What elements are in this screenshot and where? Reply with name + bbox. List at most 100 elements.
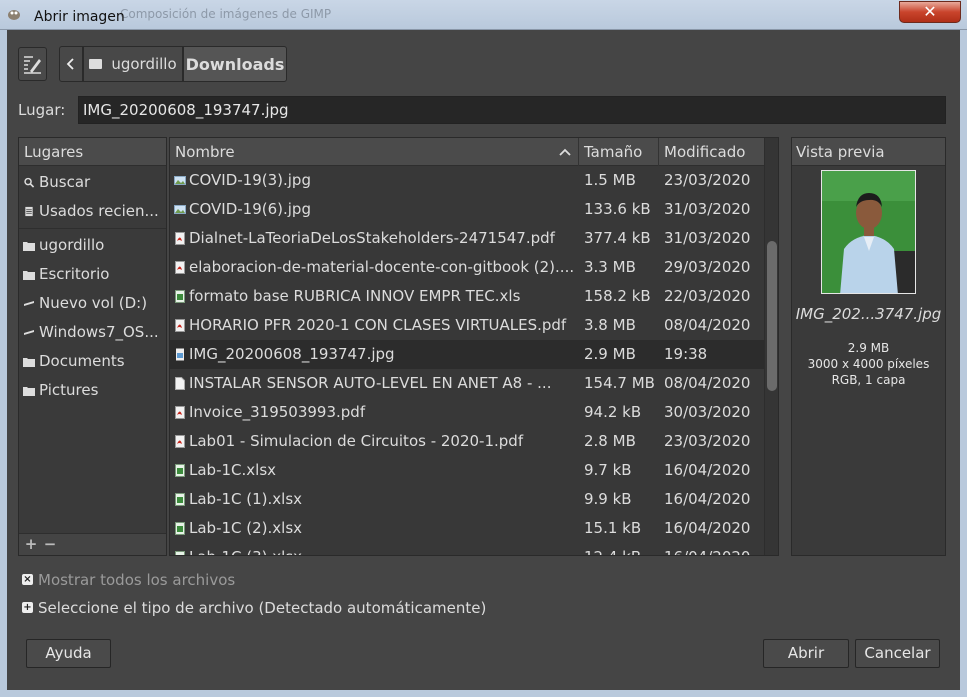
place-recent[interactable]: Usados recien... [19,197,166,226]
scrollbar-thumb[interactable] [767,241,777,391]
pdf-file-icon [175,406,185,419]
file-row[interactable]: HORARIO PFR 2020-1 CON CLASES VIRTUALES.… [170,311,764,340]
open-button[interactable]: Abrir [763,639,849,668]
file-size: 15.1 kB [584,519,642,537]
pdf-file-icon [175,261,185,274]
preview-pane: Vista previa IMG_202...3747.jpg 2.9 MB 3… [791,137,946,556]
file-row[interactable]: formato base RUBRICA INNOV EMPR TEC.xls 1… [170,282,764,311]
column-name[interactable]: Nombre [170,138,579,166]
show-all-files-label: Mostrar todos los archivos [38,571,236,589]
pdf-file-icon [175,319,185,332]
preview-header: Vista previa [792,138,945,166]
file-row[interactable]: Dialnet-LaTeoriaDeLosStakeholders-247154… [170,224,764,253]
column-modified[interactable]: Modificado [659,138,764,166]
file-size: 12.4 kB [584,543,659,555]
spreadsheet-file-icon [175,464,185,477]
person-photo [822,171,915,293]
file-row[interactable]: Lab-1C (2).xlsx 15.1 kB 16/04/2020 [170,514,764,543]
file-row[interactable]: elaboracion-de-material-docente-con-gitb… [170,253,764,282]
file-size: 2.8 MB [584,432,636,450]
file-name: HORARIO PFR 2020-1 CON CLASES VIRTUALES.… [189,316,567,334]
file-row[interactable]: IMG_20200608_193747.jpg 2.9 MB 19:38 [170,340,764,369]
file-size: 94.2 kB [584,403,642,421]
file-size: 154.7 MB [584,374,655,392]
file-name: IMG_20200608_193747.jpg [189,345,395,363]
file-row[interactable]: Lab-1C (3).xlsx 12.4 kB 16/04/2020 [170,543,764,555]
help-button[interactable]: Ayuda [26,639,111,668]
pdf-file-icon [175,435,185,448]
place-label: ugordillo [39,236,105,254]
file-list: Nombre Tamaño Modificado COVID-19(3).jpg… [169,137,779,556]
places-header: Lugares [19,138,166,166]
file-modified: 16/04/2020 [664,461,751,479]
file-row[interactable]: COVID-19(6).jpg 133.6 kB 31/03/2020 [170,195,764,224]
place-desktop[interactable]: Escritorio [19,260,166,289]
file-modified: 31/03/2020 [664,229,751,247]
file-modified: 23/03/2020 [664,171,751,189]
folder-icon [23,358,35,367]
place-label: Pictures [39,381,99,399]
preview-thumbnail [821,170,916,294]
place-pictures[interactable]: Pictures [19,376,166,405]
chevron-left-icon [66,58,74,70]
folder-icon [23,387,35,396]
file-row[interactable]: Invoice_319503993.pdf 94.2 kB 30/03/2020 [170,398,764,427]
cancel-button[interactable]: Cancelar [855,639,940,668]
place-label: Documents [39,352,125,370]
file-modified: 22/03/2020 [664,287,751,305]
file-size: 3.3 MB [584,258,636,276]
window-border-bottom [0,690,967,697]
file-list-scrollbar[interactable] [764,138,778,555]
place-drive-d[interactable]: Nuevo vol (D:) [19,289,166,318]
file-row[interactable]: INSTALAR SENSOR AUTO-LEVEL EN ANET A8 - … [170,369,764,398]
edit-path-button[interactable] [18,47,47,81]
pencil-icon [24,56,41,74]
breadcrumb-current-label: Downloads [185,54,285,74]
file-name: COVID-19(3).jpg [189,171,311,189]
file-row[interactable]: Lab-1C.xlsx 9.7 kB 16/04/2020 [170,456,764,485]
location-input[interactable] [78,96,946,124]
column-size[interactable]: Tamaño [579,138,659,166]
drive-icon [24,330,34,335]
breadcrumb-current[interactable]: Downloads [183,46,287,82]
place-home[interactable]: ugordillo [19,231,166,260]
file-row[interactable]: Lab-1C (1).xlsx 9.9 kB 16/04/2020 [170,485,764,514]
file-name: formato base RUBRICA INNOV EMPR TEC.xls [189,287,521,305]
expander-plus-icon: + [22,602,33,613]
place-documents[interactable]: Documents [19,347,166,376]
file-modified: 31/03/2020 [664,200,751,218]
file-row[interactable]: COVID-19(3).jpg 1.5 MB 23/03/2020 [170,166,764,195]
spreadsheet-file-icon [175,290,185,303]
place-search[interactable]: Buscar [19,168,166,197]
file-modified: 16/04/2020 [664,490,751,508]
file-list-header: Nombre Tamaño Modificado [170,138,764,166]
image-file-icon [174,176,186,185]
add-bookmark-button[interactable]: + [22,535,40,555]
file-name: Dialnet-LaTeoriaDeLosStakeholders-247154… [189,229,555,247]
file-name: Lab-1C (3).xlsx [189,543,579,555]
file-modified: 16/04/2020 [664,519,751,537]
file-size: 9.7 kB [584,461,632,479]
window-border-right [960,30,967,697]
file-name: elaboracion-de-material-docente-con-gitb… [189,258,575,276]
window-title: Abrir imagen [34,9,125,25]
breadcrumb-home[interactable]: ugordillo [83,46,183,82]
file-row[interactable]: Lab01 - Simulacion de Circuitos - 2020-1… [170,427,764,456]
preview-mode: RGB, 1 capa [831,373,906,387]
place-drive-windows[interactable]: Windows7_OS... [19,318,166,347]
file-modified: 23/03/2020 [664,432,751,450]
breadcrumb-back-button[interactable] [59,46,83,82]
remove-bookmark-button[interactable]: − [41,535,59,555]
search-icon [24,177,35,188]
generic-file-icon [175,377,185,390]
file-modified: 29/03/2020 [664,258,751,276]
location-label: Lugar: [18,101,66,119]
file-name: Lab-1C (1).xlsx [189,490,303,508]
close-button[interactable]: ✕ [899,1,961,23]
file-name: Invoice_319503993.pdf [189,403,366,421]
file-size: 3.8 MB [584,316,636,334]
folder-icon [23,242,35,251]
file-type-label: Seleccione el tipo de archivo (Detectado… [38,599,487,617]
spreadsheet-file-icon [175,522,185,535]
background-window-title: Composición de imágenes de GIMP [120,7,332,21]
